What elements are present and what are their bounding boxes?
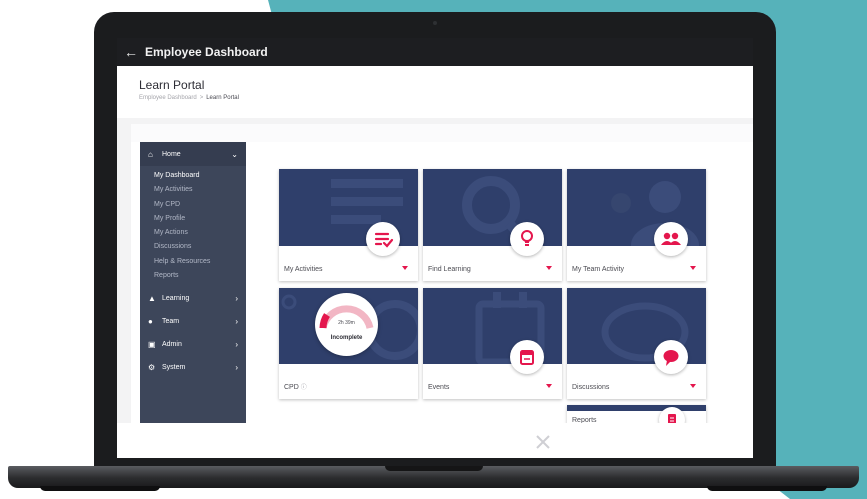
cpd-label: CPD [284,384,299,391]
page-header: Learn Portal Employee Dashboard > Learn … [117,66,753,118]
sidebar-subitem-help-resources[interactable]: Help & Resources [154,255,246,269]
app-title: Employee Dashboard [145,45,268,59]
sidebar-item-label: System [162,364,186,372]
chevron-right-icon: › [235,340,238,350]
chevron-down-icon: ⌄ [231,149,238,159]
tile-label: My Team Activity [572,266,624,273]
chevron-right-icon: › [235,317,238,327]
sidebar-subitem-my-profile[interactable]: My Profile [154,212,246,226]
tile-discussions[interactable]: Discussions [567,288,706,399]
tile-cpd[interactable]: 2h 39m Incomplete CPD ⓘ [279,288,418,399]
caret-down-icon[interactable] [690,266,696,270]
sidebar-item-home[interactable]: ⌂ Home ⌄ [140,142,246,166]
sidebar-item-label: Learning [162,295,190,303]
cpd-time: 2h 39m [338,320,355,326]
sidebar-subitem-my-dashboard[interactable]: My Dashboard [154,169,246,183]
laptop-hinge-notch [385,466,483,471]
caret-down-icon[interactable] [546,384,552,388]
breadcrumb-employee-dashboard[interactable]: Employee Dashboard [139,95,197,101]
sidebar-item-learning[interactable]: ▲ Learning › [140,287,246,310]
sub-header-bar [131,124,753,142]
tile-events[interactable]: Events [423,288,562,399]
camera [433,21,437,25]
chevron-right-icon: › [235,294,238,304]
tile-label: My Activities [284,266,323,273]
laptop-foot-right [707,486,827,491]
group-icon: ● [148,317,153,327]
tile-label: CPD ⓘ [284,382,307,391]
home-submenu: My Dashboard My Activities My CPD My Pro… [140,166,246,287]
sidebar: ⌂ Home ⌄ My Dashboard My Activities My C… [140,142,246,425]
tile-label: Discussions [572,384,610,391]
tile-my-activities[interactable]: My Activities [279,169,418,281]
team-icon [654,222,688,256]
breadcrumb-separator-icon: > [199,95,204,101]
caret-down-icon[interactable] [690,384,696,388]
lightbulb-icon [510,222,544,256]
sidebar-subitem-reports[interactable]: Reports [154,269,246,283]
sidebar-subitem-discussions[interactable]: Discussions [154,240,246,254]
caret-down-icon[interactable] [546,266,552,270]
clipboard-icon: ▣ [148,340,156,350]
caret-down-icon[interactable] [402,266,408,270]
laptop-screen: ← Employee Dashboard Learn Portal Employ… [117,38,753,458]
cpd-progress-gauge: 2h 39m Incomplete [315,293,378,356]
sidebar-item-system[interactable]: ⚙ System › [140,356,246,379]
sidebar-subitem-my-cpd[interactable]: My CPD [154,198,246,212]
calendar-icon [510,340,544,374]
cpd-status: Incomplete [330,335,363,341]
tile-label: Find Learning [428,266,471,273]
laptop-foot-left [40,486,160,491]
tile-find-learning[interactable]: Find Learning [423,169,562,281]
tile-image [567,405,706,411]
loading-logo-icon [536,435,550,449]
page-title: Learn Portal [139,78,205,92]
info-icon[interactable]: ⓘ [301,385,307,391]
chevron-right-icon: › [235,363,238,373]
tile-label: Events [428,384,450,391]
breadcrumb: Employee Dashboard > Learn Portal [139,95,239,101]
sidebar-item-admin[interactable]: ▣ Admin › [140,333,246,356]
sidebar-subitem-my-actions[interactable]: My Actions [154,226,246,240]
home-icon: ⌂ [148,149,153,159]
sidebar-item-team[interactable]: ● Team › [140,310,246,333]
cogs-icon: ⚙ [148,363,156,373]
app-bar: ← Employee Dashboard [117,38,753,66]
back-arrow-icon[interactable]: ← [117,44,145,60]
graduation-cap-icon: ▲ [148,294,156,304]
bottom-bar [117,423,753,458]
sidebar-item-label: Home [162,150,181,158]
sidebar-item-label: Admin [162,341,182,349]
checklist-icon [366,222,400,256]
chat-bubble-icon [654,340,688,374]
sidebar-item-label: Team [162,318,180,326]
sidebar-subitem-my-activities[interactable]: My Activities [154,183,246,197]
tile-my-team-activity[interactable]: My Team Activity [567,169,706,281]
breadcrumb-learn-portal: Learn Portal [206,95,239,101]
